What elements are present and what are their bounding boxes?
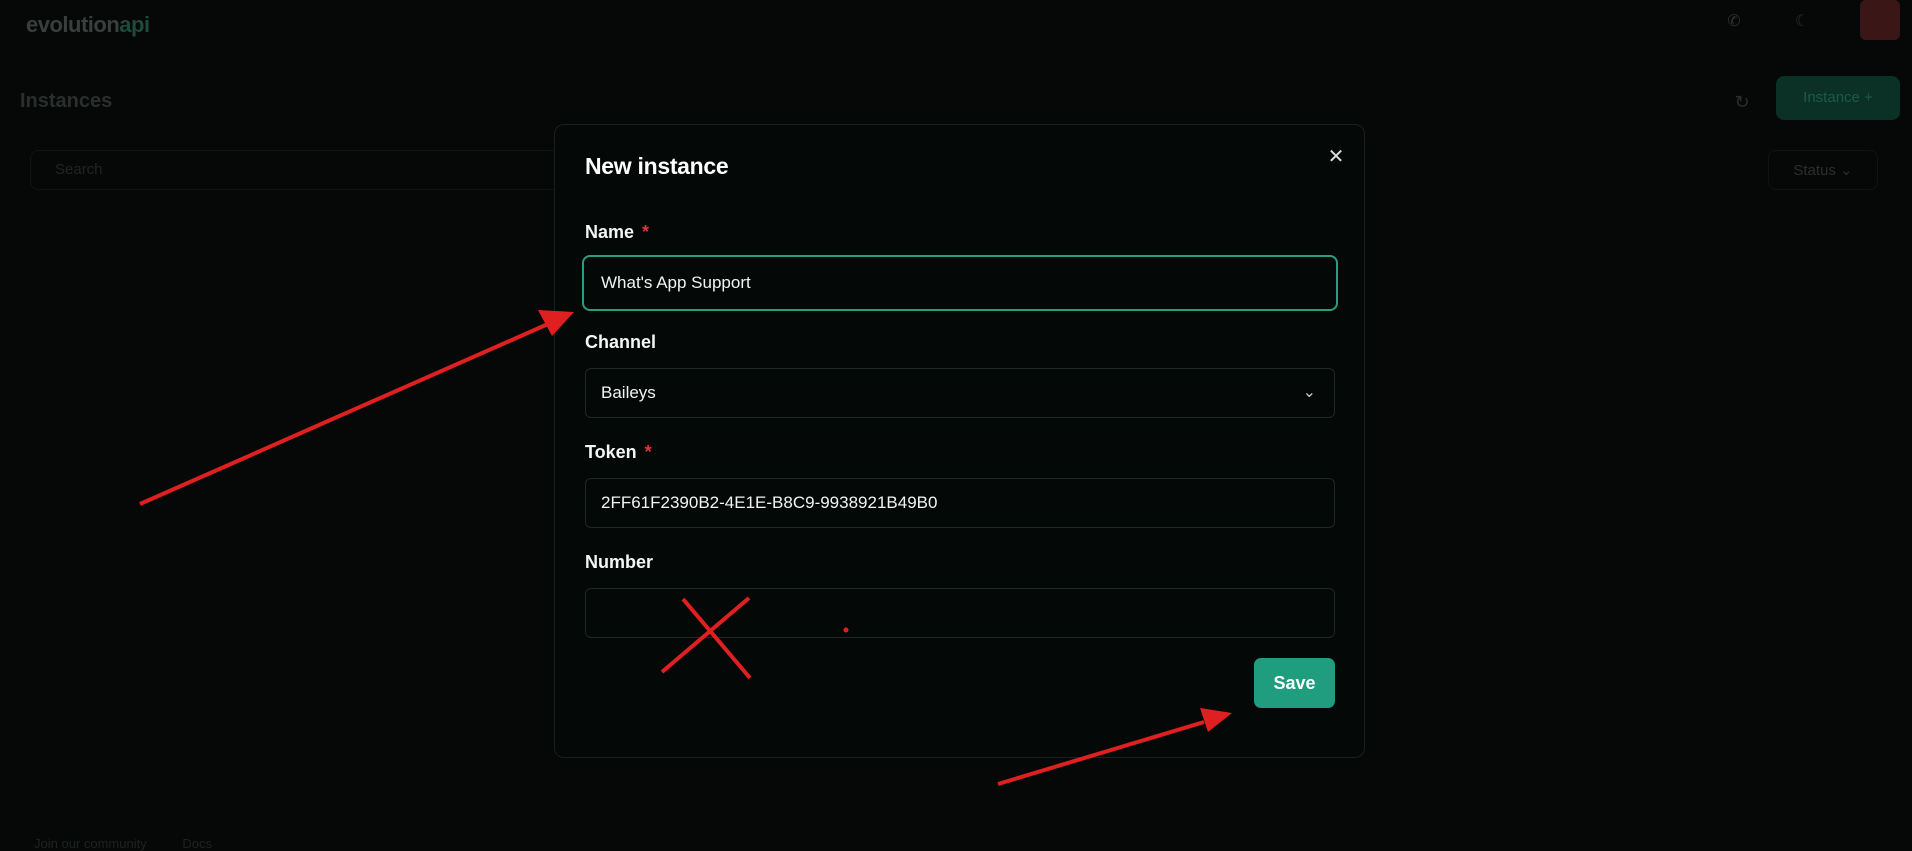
footer-link-community: Join our community [34,836,147,851]
number-label: Number [585,552,654,572]
required-mark: * [644,442,652,462]
channel-select[interactable]: Baileys ⌄ [585,368,1335,418]
theme-icon: ☾ [1794,13,1810,30]
name-input[interactable]: What's App Support [582,255,1338,311]
save-button[interactable]: Save [1254,658,1335,708]
name-label: Name * [585,222,649,243]
required-mark: * [642,222,650,242]
phone-icon: ✆ [1727,13,1741,30]
page-title: Instances [20,90,113,112]
close-icon[interactable]: ✕ [1324,145,1348,169]
footer-link-docs: Docs [182,836,212,851]
token-label: Token * [585,442,652,463]
app-logo: evolutionapi [26,12,150,37]
new-instance-dialog: New instance ✕ Name * What's App Support … [554,124,1365,758]
name-label-text: Name [585,222,635,242]
token-label-text: Token [585,442,637,462]
dialog-title: New instance [585,153,729,179]
create-instance-button: Instance + [1776,76,1900,120]
channel-label: Channel [585,332,657,352]
avatar [1860,0,1900,40]
channel-value: Baileys [601,383,656,402]
token-input[interactable]: 2FF61F2390B2-4E1E-B8C9-9938921B49B0 [585,478,1335,528]
number-input[interactable] [585,588,1335,638]
status-filter: Status ⌄ [1768,150,1878,190]
footer: Join our community Docs [34,836,244,851]
chevron-down-icon: ⌄ [1302,384,1316,401]
refresh-icon: ↻ [1734,92,1750,112]
